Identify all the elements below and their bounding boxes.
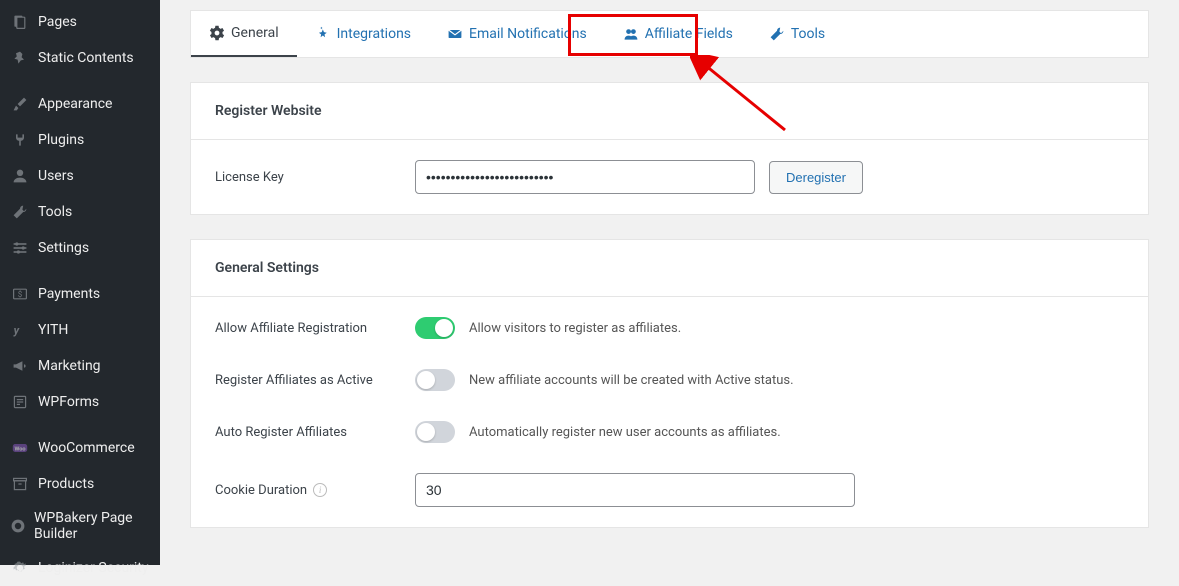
- settings-tabs: General Integrations Email Notifications…: [190, 10, 1149, 58]
- svg-text:y: y: [13, 324, 20, 337]
- sidebar-item-pages[interactable]: Pages: [0, 4, 160, 40]
- sidebar-item-woocommerce[interactable]: Woo WooCommerce: [0, 430, 160, 466]
- auto-register-help: Automatically register new user accounts…: [469, 425, 781, 440]
- form-icon: [10, 392, 30, 412]
- plug-icon: [10, 130, 30, 150]
- user-icon: [10, 166, 30, 186]
- allow-registration-label: Allow Affiliate Registration: [215, 321, 415, 336]
- dollar-icon: $: [10, 284, 30, 304]
- tab-integrations[interactable]: Integrations: [297, 11, 429, 57]
- register-website-panel: Register Website License Key Deregister: [190, 82, 1149, 215]
- sidebar-item-yith[interactable]: y YITH: [0, 312, 160, 348]
- tab-label: Email Notifications: [469, 26, 587, 42]
- brush-icon: [10, 94, 30, 114]
- gear-icon: [10, 558, 30, 578]
- sidebar-item-appearance[interactable]: Appearance: [0, 86, 160, 122]
- sidebar-item-loginizer[interactable]: Loginizer Security: [0, 550, 160, 586]
- sliders-icon: [10, 238, 30, 258]
- wrench-icon: [10, 202, 30, 222]
- tab-label: Tools: [791, 26, 825, 42]
- cookie-duration-label: Cookie Duration i: [215, 483, 415, 498]
- sidebar-item-users[interactable]: Users: [0, 158, 160, 194]
- sidebar-item-plugins[interactable]: Plugins: [0, 122, 160, 158]
- wpb-icon: [10, 516, 26, 536]
- svg-text:Woo: Woo: [14, 446, 25, 452]
- tab-label: General: [231, 25, 279, 41]
- svg-text:$: $: [18, 290, 23, 299]
- allow-registration-help: Allow visitors to register as affiliates…: [469, 321, 681, 336]
- sidebar-item-label: Users: [38, 168, 74, 184]
- sidebar-item-payments[interactable]: $ Payments: [0, 276, 160, 312]
- cookie-duration-input[interactable]: [415, 473, 855, 507]
- tab-label: Integrations: [337, 26, 411, 42]
- sidebar-item-label: Static Contents: [38, 50, 134, 66]
- archive-icon: [10, 474, 30, 494]
- sidebar-item-wpbakery[interactable]: WPBakery Page Builder: [0, 502, 160, 550]
- deregister-button[interactable]: Deregister: [769, 161, 863, 194]
- sidebar-item-label: Payments: [38, 286, 100, 302]
- admin-sidebar: Pages Static Contents Appearance Plugins…: [0, 0, 160, 565]
- sidebar-item-label: WPBakery Page Builder: [34, 510, 150, 542]
- sidebar-item-label: Pages: [38, 14, 77, 30]
- tab-tools[interactable]: Tools: [751, 11, 843, 57]
- tab-affiliate-fields[interactable]: Affiliate Fields: [605, 11, 751, 57]
- tab-email-notifications[interactable]: Email Notifications: [429, 11, 605, 57]
- allow-registration-toggle[interactable]: [415, 317, 455, 339]
- sidebar-item-label: Settings: [38, 240, 89, 256]
- panel-title: General Settings: [191, 240, 1148, 296]
- pages-icon: [10, 12, 30, 32]
- tab-general[interactable]: General: [191, 11, 297, 57]
- sidebar-item-label: Products: [38, 476, 94, 492]
- sidebar-item-tools[interactable]: Tools: [0, 194, 160, 230]
- woo-icon: Woo: [10, 438, 30, 458]
- sidebar-item-label: YITH: [38, 322, 68, 338]
- sidebar-item-settings[interactable]: Settings: [0, 230, 160, 266]
- register-active-toggle[interactable]: [415, 369, 455, 391]
- tab-label: Affiliate Fields: [645, 26, 733, 42]
- register-active-help: New affiliate accounts will be created w…: [469, 373, 794, 388]
- general-settings-panel: General Settings Allow Affiliate Registr…: [190, 239, 1149, 528]
- wrench-icon: [769, 26, 785, 42]
- pin-icon: [10, 48, 30, 68]
- license-key-label: License Key: [215, 170, 415, 185]
- sidebar-item-label: Appearance: [38, 96, 112, 112]
- megaphone-icon: [10, 356, 30, 376]
- sidebar-item-marketing[interactable]: Marketing: [0, 348, 160, 384]
- sidebar-item-label: WPForms: [38, 394, 99, 410]
- panel-title: Register Website: [191, 83, 1148, 139]
- sidebar-item-wpforms[interactable]: WPForms: [0, 384, 160, 420]
- users-icon: [623, 26, 639, 42]
- sidebar-item-products[interactable]: Products: [0, 466, 160, 502]
- sidebar-item-label: Tools: [38, 204, 72, 220]
- sidebar-item-label: Plugins: [38, 132, 84, 148]
- mail-icon: [447, 26, 463, 42]
- yith-icon: y: [10, 320, 30, 340]
- register-active-label: Register Affiliates as Active: [215, 373, 415, 388]
- license-key-input[interactable]: [415, 160, 755, 194]
- auto-register-toggle[interactable]: [415, 421, 455, 443]
- sidebar-item-static-contents[interactable]: Static Contents: [0, 40, 160, 76]
- sparkle-icon: [315, 26, 331, 42]
- gear-icon: [209, 25, 225, 41]
- sidebar-item-label: Marketing: [38, 358, 101, 374]
- sidebar-item-label: Loginizer Security: [38, 560, 149, 576]
- sidebar-item-label: WooCommerce: [38, 440, 135, 456]
- auto-register-label: Auto Register Affiliates: [215, 425, 415, 440]
- main-content: General Integrations Email Notifications…: [160, 0, 1179, 565]
- info-icon[interactable]: i: [313, 483, 327, 497]
